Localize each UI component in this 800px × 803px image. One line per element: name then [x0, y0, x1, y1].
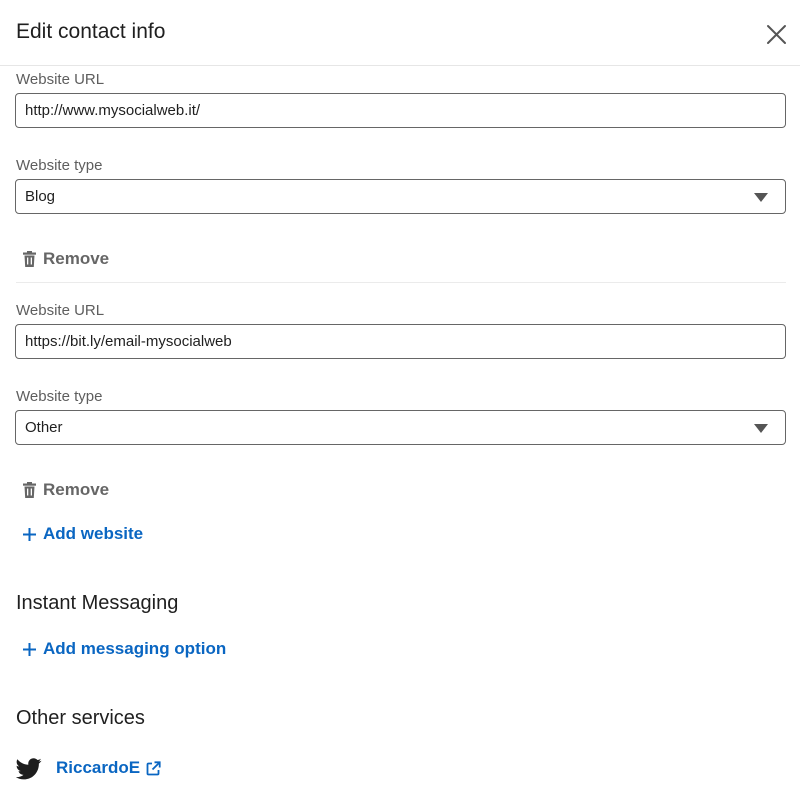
twitter-profile-link[interactable]: RiccardoE — [56, 758, 161, 778]
website-type-select[interactable]: Other — [15, 410, 786, 445]
dialog-header: Edit contact info — [0, 0, 800, 66]
other-services-heading: Other services — [16, 707, 145, 729]
trash-icon — [23, 482, 36, 498]
add-messaging-option-button[interactable]: Add messaging option — [22, 637, 226, 661]
website-type-select[interactable]: Blog — [15, 179, 786, 214]
trash-icon — [23, 251, 36, 267]
website-type-value: Blog — [25, 188, 56, 205]
twitter-icon — [16, 758, 42, 780]
remove-website-button[interactable]: Remove — [22, 478, 109, 502]
website-url-input[interactable] — [15, 324, 786, 359]
remove-label: Remove — [43, 480, 110, 499]
caret-down-icon — [754, 424, 768, 433]
website-url-label: Website URL — [16, 71, 105, 88]
website-type-label: Website type — [16, 157, 103, 174]
remove-website-button[interactable]: Remove — [22, 247, 109, 271]
caret-down-icon — [754, 193, 768, 202]
close-icon — [767, 25, 786, 44]
website-type-value: Other — [25, 419, 63, 436]
website-url-label: Website URL — [16, 302, 105, 319]
plus-icon — [23, 527, 36, 541]
dialog-title: Edit contact info — [16, 20, 166, 43]
add-messaging-option-label: Add messaging option — [43, 639, 227, 658]
add-website-button[interactable]: Add website — [22, 522, 143, 546]
close-button[interactable] — [760, 18, 794, 52]
remove-label: Remove — [43, 249, 110, 268]
twitter-handle: RiccardoE — [56, 758, 141, 777]
instant-messaging-heading: Instant Messaging — [16, 592, 179, 614]
website-type-label: Website type — [16, 388, 103, 405]
website-url-input[interactable] — [15, 93, 786, 128]
divider — [16, 282, 786, 283]
external-link-icon — [146, 760, 161, 775]
plus-icon — [23, 642, 36, 656]
add-website-label: Add website — [43, 524, 144, 543]
